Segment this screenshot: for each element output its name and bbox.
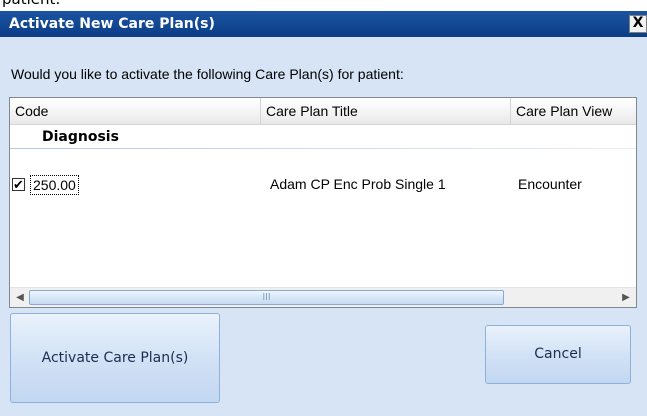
table-row[interactable]: ✔ 250.00 Adam CP Enc Prob Single 1 Encou…	[10, 174, 636, 196]
activate-care-plan-dialog: Activate New Care Plan(s) X Would you li…	[0, 11, 647, 416]
dialog-title: Activate New Care Plan(s)	[9, 16, 215, 32]
group-header-diagnosis: Diagnosis	[42, 129, 119, 145]
scroll-right-icon[interactable]: ▶	[619, 291, 633, 305]
list-header: Code Care Plan Title Care Plan View	[10, 98, 636, 125]
care-plan-title-cell: Adam CP Enc Prob Single 1	[270, 176, 446, 192]
care-plan-view-cell: Encounter	[518, 176, 582, 192]
cancel-button[interactable]: Cancel	[485, 325, 631, 384]
scrollbar-thumb[interactable]: III	[29, 290, 504, 305]
close-button[interactable]: X	[629, 15, 647, 33]
care-plan-list[interactable]: Code Care Plan Title Care Plan View Diag…	[9, 97, 637, 308]
dialog-titlebar: Activate New Care Plan(s) X	[0, 11, 647, 37]
partial-background-text: patient:	[2, 0, 60, 9]
column-header-care-plan-title[interactable]: Care Plan Title	[261, 98, 511, 124]
activate-care-plan-button[interactable]: Activate Care Plan(s)	[10, 313, 220, 403]
dialog-prompt: Would you like to activate the following…	[11, 66, 404, 82]
scroll-left-icon[interactable]: ◀	[13, 291, 27, 305]
column-header-care-plan-view[interactable]: Care Plan View	[511, 98, 636, 124]
code-cell: 250.00	[30, 175, 79, 195]
horizontal-scrollbar[interactable]: ◀ III ▶	[10, 287, 636, 307]
row-checkbox[interactable]: ✔	[12, 178, 25, 191]
column-header-code[interactable]: Code	[10, 98, 261, 124]
group-divider	[10, 148, 636, 149]
